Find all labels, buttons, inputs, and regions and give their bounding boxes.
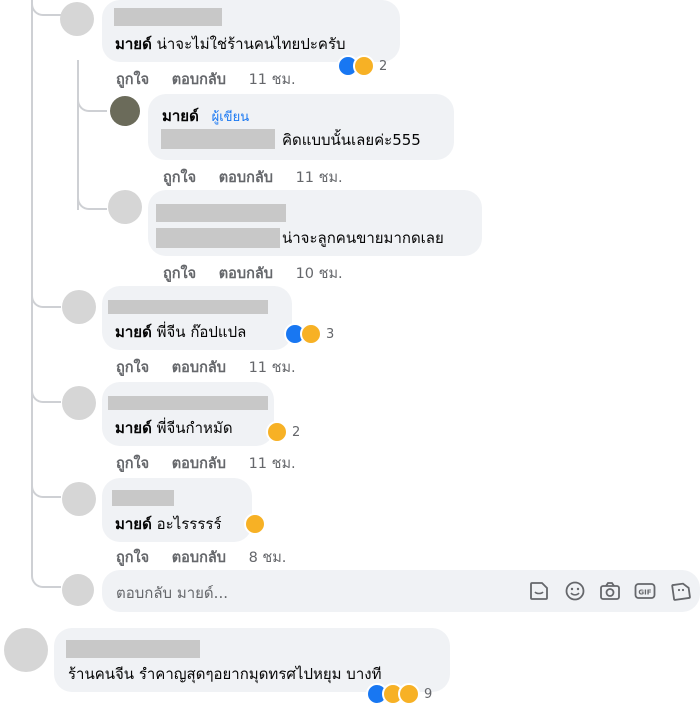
thread-connector (31, 568, 61, 588)
avatar[interactable] (62, 386, 96, 420)
reaction-count: 2 (379, 58, 388, 74)
timestamp[interactable]: 11 ชม. (249, 456, 296, 472)
comment-body: คิดแบบนั้นเลยค่ะ555 (282, 131, 421, 149)
reaction-count: 2 (292, 424, 301, 440)
emoji-icon[interactable] (564, 580, 586, 602)
comment-body: พี่จีน ก๊อปแปล (156, 323, 247, 341)
mention-link[interactable]: มายด์ (115, 419, 152, 437)
like-button[interactable]: ถูกใจ (116, 456, 149, 472)
reply-button[interactable]: ตอบกลับ (172, 360, 226, 376)
reply-connector (77, 90, 107, 112)
comment-author-line: มายด์ ผู้เขียน (162, 106, 249, 128)
reaction-count: 3 (326, 326, 335, 342)
comment-actions: ถูกใจ ตอบกลับ 8 ชม. (116, 546, 304, 569)
comment-text: มายด์ พี่จีน ก๊อปแปล (115, 322, 246, 342)
timestamp[interactable]: 10 ชม. (296, 266, 343, 282)
reaction-count: 9 (424, 686, 433, 702)
mention-link[interactable]: มายด์ (115, 35, 152, 53)
reactions[interactable]: 2 (266, 420, 300, 444)
thread-connector (31, 385, 61, 403)
redacted-name (156, 204, 286, 222)
thread-connector (31, 290, 61, 308)
reactions[interactable]: 9 (366, 682, 432, 706)
svg-text:GIF: GIF (638, 589, 651, 597)
redacted-name (108, 396, 268, 410)
reply-button[interactable]: ตอบกลับ (172, 72, 226, 88)
reply-button[interactable]: ตอบกลับ (172, 550, 226, 566)
reply-button[interactable]: ตอบกลับ (219, 266, 273, 282)
avatar[interactable] (62, 290, 96, 324)
timestamp[interactable]: 8 ชม. (249, 550, 287, 566)
comment-actions: ถูกใจ ตอบกลับ 11 ชม. (163, 166, 361, 189)
comment-actions: ถูกใจ ตอบกลับ 10 ชม. (163, 262, 361, 285)
timestamp[interactable]: 11 ชม. (249, 72, 296, 88)
current-user-avatar (62, 574, 94, 606)
gif-icon[interactable]: GIF (634, 580, 656, 602)
author-name[interactable]: มายด์ (162, 107, 199, 125)
reply-placeholder: ตอบกลับ มายด์... (116, 584, 228, 602)
author-badge: ผู้เขียน (211, 110, 250, 125)
haha-icon (300, 323, 322, 345)
haha-icon (244, 513, 266, 535)
comment-body: น่าจะไม่ใช่ร้านคนไทยปะครับ (156, 35, 346, 53)
reply-button[interactable]: ตอบกลับ (172, 456, 226, 472)
redacted-name (112, 490, 174, 506)
reactions (244, 512, 266, 536)
comment-actions: ถูกใจ ตอบกลับ 11 ชม. (116, 68, 314, 91)
author-avatar[interactable] (110, 96, 140, 126)
comment-body: น่าจะลูกคนขายมากดเลย (282, 229, 444, 247)
avatar[interactable] (4, 628, 48, 672)
comment-body: พี่จีนกำหมัด (156, 419, 233, 437)
thread-connector (31, 0, 61, 16)
redacted-name (114, 8, 222, 26)
camera-icon[interactable] (599, 580, 621, 602)
like-button[interactable]: ถูกใจ (116, 72, 149, 88)
reactions[interactable]: 3 (284, 322, 334, 346)
reactions[interactable]: 2 (337, 54, 387, 78)
sticker-icon[interactable] (528, 580, 550, 602)
comment-actions: ถูกใจ ตอบกลับ 11 ชม. (116, 452, 314, 475)
comment-actions: ถูกใจ ตอบกลับ 11 ชม. (116, 356, 314, 379)
like-button[interactable]: ถูกใจ (116, 360, 149, 376)
avatar[interactable] (62, 482, 96, 516)
redacted-name (66, 640, 200, 658)
like-button[interactable]: ถูกใจ (163, 170, 196, 186)
mention-link[interactable]: มายด์ (115, 323, 152, 341)
reply-button[interactable]: ตอบกลับ (219, 170, 273, 186)
haha-icon (353, 55, 375, 77)
mention-link[interactable]: มายด์ (115, 515, 152, 533)
avatar[interactable] (108, 190, 142, 224)
timestamp[interactable]: 11 ชม. (249, 360, 296, 376)
thread-connector (31, 480, 61, 498)
like-button[interactable]: ถูกใจ (116, 550, 149, 566)
reply-connector (77, 188, 107, 210)
comment-body: ร้านคนจีน รำคาญสุดๆอยากมุดทรศไปหยุม บางท… (68, 665, 382, 683)
comment-text: มายด์ น่าจะไม่ใช่ร้านคนไทยปะครับ (115, 34, 346, 54)
avatar[interactable] (60, 2, 94, 36)
haha-icon (266, 421, 288, 443)
like-button[interactable]: ถูกใจ (163, 266, 196, 282)
redacted-name (108, 300, 268, 314)
redacted-mention (161, 129, 275, 149)
comment-text: มายด์ อะไรรรรร์ (115, 514, 222, 534)
avatar-sticker-icon[interactable] (670, 580, 692, 602)
redacted-mention (156, 228, 280, 248)
comment-text: มายด์ พี่จีนกำหมัด (115, 418, 233, 438)
wow-icon (398, 683, 420, 705)
comment-body: อะไรรรรร์ (156, 515, 222, 533)
timestamp[interactable]: 11 ชม. (296, 170, 343, 186)
